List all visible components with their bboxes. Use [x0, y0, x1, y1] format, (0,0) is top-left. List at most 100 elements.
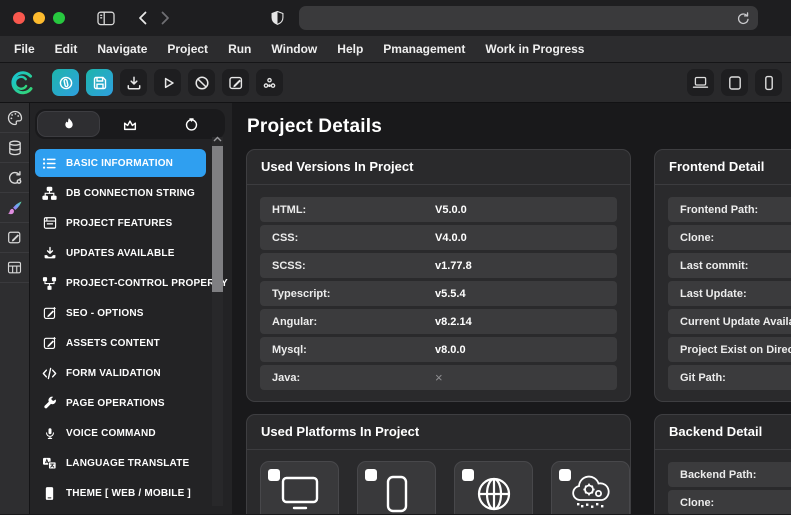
used-versions-card: Used Versions In Project HTML: V5.0.0 CS… [246, 149, 631, 402]
sidebar-item-form-validation[interactable]: FORM VALIDATION [35, 359, 206, 387]
refresh-icon[interactable] [736, 11, 750, 26]
compose-icon[interactable] [0, 223, 29, 253]
frontend-row: Git Path: [668, 365, 791, 390]
platform-checkbox[interactable] [365, 469, 377, 481]
menu-help[interactable]: Help [327, 42, 373, 56]
frontend-row: Project Exist on Directory: [668, 337, 791, 362]
window-controls [13, 12, 65, 24]
sidebar-item-voice-command[interactable]: VOICE COMMAND [35, 419, 206, 447]
menu-window[interactable]: Window [261, 42, 327, 56]
menu-edit[interactable]: Edit [45, 42, 88, 56]
frontend-row: Current Update Available: [668, 309, 791, 334]
clip-button[interactable] [52, 69, 79, 96]
window-icon [42, 216, 57, 230]
sidebar-item-db-connection-string[interactable]: DB CONNECTION STRING [35, 179, 206, 207]
nodes-icon [42, 276, 57, 291]
forward-icon[interactable] [160, 11, 171, 25]
scrollbar-thumb[interactable] [212, 146, 223, 292]
tablet-icon[interactable] [721, 69, 748, 96]
tab-crown[interactable] [99, 112, 160, 136]
download-button[interactable] [120, 69, 147, 96]
sidebar-item-basic-information[interactable]: BASIC INFORMATION [35, 149, 206, 177]
card-title: Frontend Detail [655, 150, 791, 185]
card-title: Used Versions In Project [247, 150, 630, 185]
zoom-window-button[interactable] [53, 12, 65, 24]
sidebar-item-theme-web-mobile[interactable]: THEME [ WEB / MOBILE ] [35, 479, 206, 507]
minimize-window-button[interactable] [33, 12, 45, 24]
platform-tile-saas[interactable]: SAAS [551, 461, 630, 514]
sidebar-item-label: SEO - OPTIONS [66, 307, 144, 319]
menu-run[interactable]: Run [218, 42, 261, 56]
menu-pmanagement[interactable]: Pmanagement [373, 42, 475, 56]
list-icon [42, 156, 57, 171]
frontend-row: Frontend Path: [668, 197, 791, 222]
platform-checkbox[interactable] [462, 469, 474, 481]
version-row-css: CSS: V4.0.0 [260, 225, 617, 250]
titlebar [0, 0, 791, 36]
sidebar-item-label: FORM VALIDATION [66, 367, 161, 379]
none-value-icon: × [435, 370, 443, 385]
menu-work-in-progress[interactable]: Work in Progress [475, 42, 594, 56]
sidebar: BASIC INFORMATION DB CONNECTION STRING P… [30, 103, 232, 514]
platform-tile-mobile[interactable]: Mobile [357, 461, 436, 514]
sidebar-item-label: THEME [ WEB / MOBILE ] [66, 487, 191, 499]
brush-icon[interactable] [0, 193, 29, 223]
app-body: BASIC INFORMATION DB CONNECTION STRING P… [0, 103, 791, 514]
back-icon[interactable] [137, 11, 148, 25]
palette-icon[interactable] [0, 103, 29, 133]
sidebar-item-updates-available[interactable]: UPDATES AVAILABLE [35, 239, 206, 267]
scroll-up-icon[interactable] [213, 136, 222, 143]
version-row-typescript: Typescript: v5.5.4 [260, 281, 617, 306]
sidebar-item-project-control-property[interactable]: PROJECT-CONTROL PROPERTY [35, 269, 228, 297]
sidebar-item-page-operations[interactable]: PAGE OPERATIONS [35, 389, 206, 417]
menu-project[interactable]: Project [157, 42, 218, 56]
backend-detail-card: Backend Detail Backend Path: Clone: Last… [654, 414, 791, 514]
menubar: File Edit Navigate Project Run Window He… [0, 36, 791, 63]
sidebar-tabs [35, 109, 225, 139]
platform-tile-desktop[interactable]: Desktop [260, 461, 339, 514]
menu-file[interactable]: File [4, 42, 45, 56]
used-platforms-card: Used Platforms In Project Desktop [246, 414, 631, 514]
block-button[interactable] [188, 69, 215, 96]
services-gears-button[interactable] [256, 69, 283, 96]
sidebar-scrollbar[interactable] [212, 136, 223, 506]
frontend-row: Last Update: [668, 281, 791, 306]
grid-icon[interactable] [0, 253, 29, 283]
main-content: Project Details Used Versions In Project… [232, 103, 791, 514]
cloud-gear-icon [569, 474, 613, 514]
pen-square-icon [42, 336, 57, 350]
sidebar-item-label: PAGE OPERATIONS [66, 397, 165, 409]
sidebar-item-label: VOICE COMMAND [66, 427, 156, 439]
wrench-icon [42, 396, 57, 410]
frontend-row: Last commit: [668, 253, 791, 278]
version-row-java: Java: × [260, 365, 617, 390]
edit-button[interactable] [222, 69, 249, 96]
sitemap-icon [42, 186, 57, 201]
download-tray-icon [42, 246, 57, 260]
menu-navigate[interactable]: Navigate [87, 42, 157, 56]
sidebar-toggle-icon[interactable] [97, 11, 115, 26]
close-window-button[interactable] [13, 12, 25, 24]
laptop-icon[interactable] [687, 69, 714, 96]
sync-icon[interactable] [0, 163, 29, 193]
sidebar-item-language-translate[interactable]: LANGUAGE TRANSLATE [35, 449, 206, 477]
platform-tile-web[interactable]: Web [454, 461, 533, 514]
code-icon [42, 367, 57, 380]
sidebar-item-project-features[interactable]: PROJECT FEATURES [35, 209, 206, 237]
tab-flame[interactable] [38, 112, 100, 136]
mobile-device-icon [385, 474, 409, 514]
sidebar-item-label: DB CONNECTION STRING [66, 187, 195, 199]
run-button[interactable] [154, 69, 181, 96]
tab-timer[interactable] [161, 112, 222, 136]
globe-icon [474, 474, 514, 514]
shield-icon[interactable] [270, 9, 285, 27]
address-bar[interactable] [299, 6, 758, 30]
backend-row: Clone: [668, 490, 791, 514]
sidebar-item-label: PROJECT-CONTROL PROPERTY [66, 277, 228, 289]
save-button[interactable] [86, 69, 113, 96]
card-title: Used Platforms In Project [247, 415, 630, 450]
database-icon[interactable] [0, 133, 29, 163]
sidebar-item-seo-options[interactable]: SEO - OPTIONS [35, 299, 206, 327]
phone-icon[interactable] [755, 69, 782, 96]
sidebar-item-assets-content[interactable]: ASSETS CONTENT [35, 329, 206, 357]
